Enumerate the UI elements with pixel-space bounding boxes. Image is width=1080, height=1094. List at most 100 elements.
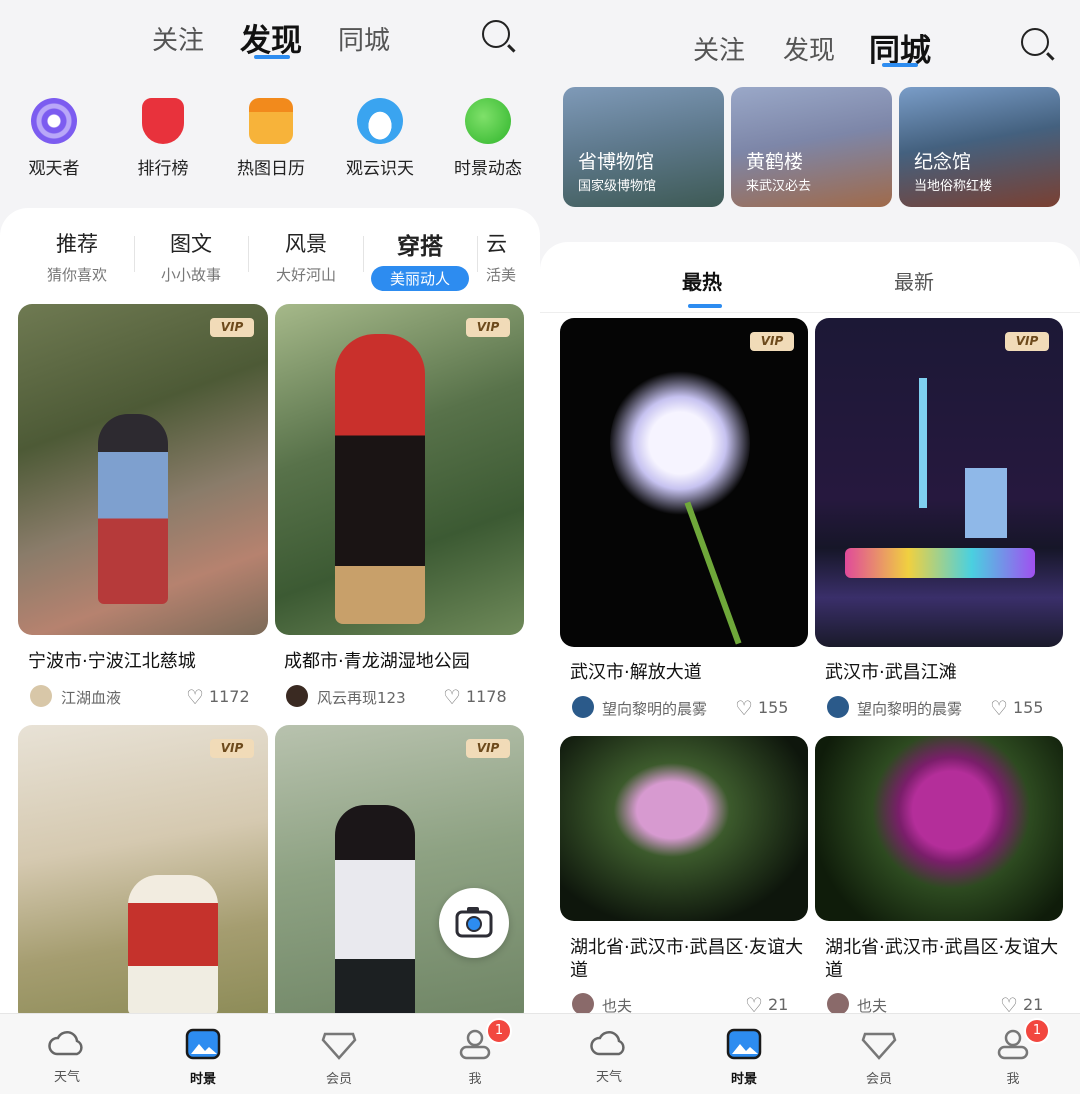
card-title[interactable]: 武汉市·武昌江滩	[825, 661, 957, 684]
photo-card[interactable]: VIP	[275, 725, 524, 1025]
nav-scenery[interactable]: 时景	[699, 1028, 789, 1087]
like-button[interactable]: ♡ 1172	[186, 685, 250, 709]
trophy-icon	[142, 98, 184, 144]
notification-badge: 1	[486, 1018, 512, 1044]
card-author[interactable]: 江湖血液	[61, 687, 121, 708]
category-scenery[interactable]: 风景 大好河山	[251, 228, 361, 285]
notification-badge: 1	[1024, 1018, 1050, 1044]
photo-card[interactable]: VIP	[18, 304, 268, 635]
camera-icon	[455, 907, 493, 938]
city-card-memorial[interactable]: 纪念馆 当地俗称红楼	[899, 87, 1060, 207]
card-title[interactable]: 武汉市·解放大道	[570, 661, 702, 684]
tab-follow[interactable]: 关注	[693, 30, 745, 67]
avatar[interactable]	[572, 696, 594, 718]
quick-link-label: 观天者	[28, 159, 80, 179]
quick-link-cloud[interactable]: 观云识天	[330, 98, 430, 179]
tab-discover[interactable]: 发现	[240, 15, 302, 60]
vip-badge: VIP	[210, 318, 254, 337]
photo-card[interactable]: VIP	[815, 318, 1063, 647]
nav-weather[interactable]: 天气	[564, 1028, 654, 1085]
like-button[interactable]: ♡ 1178	[443, 685, 507, 709]
category-title: 云	[486, 232, 507, 256]
tab-follow[interactable]: 关注	[152, 20, 204, 57]
category-cloud[interactable]: 云 活美	[486, 228, 526, 285]
nav-label: 天气	[53, 1070, 80, 1085]
card-title[interactable]: 成都市·青龙湖湿地公园	[284, 650, 470, 673]
photo-building	[965, 468, 1007, 538]
nav-label: 天气	[595, 1070, 622, 1085]
city-name: 纪念馆	[914, 151, 972, 173]
category-outfit[interactable]: 穿搭 美丽动人	[365, 227, 475, 291]
cloud-icon	[357, 98, 403, 144]
card-author[interactable]: 风云再现123	[317, 687, 406, 708]
card-title[interactable]: 湖北省·武汉市·武昌区·友谊大道	[570, 936, 806, 982]
local-panel: 关注 发现 同城 省博物馆 国家级博物馆 黄鹤楼 来武汉必去 纪念馆 当地俗称红…	[540, 0, 1080, 1094]
card-author[interactable]: 望向黎明的晨雾	[602, 698, 707, 719]
photo-card[interactable]: VIP	[18, 725, 268, 1025]
photo-subject	[335, 334, 425, 624]
city-card-yellow-crane-tower[interactable]: 黄鹤楼 来武汉必去	[731, 87, 892, 207]
quick-link-label: 观云识天	[346, 159, 414, 179]
quick-link-label: 热图日历	[237, 159, 305, 179]
avatar[interactable]	[827, 696, 849, 718]
photo-card[interactable]	[815, 736, 1063, 921]
photo-boat	[845, 548, 1035, 578]
divider	[134, 236, 135, 272]
like-button[interactable]: ♡ 155	[735, 696, 788, 720]
nav-scenery[interactable]: 时景	[158, 1028, 248, 1087]
photo-subject	[610, 368, 750, 518]
nav-member[interactable]: 会员	[834, 1028, 924, 1087]
avatar[interactable]	[286, 685, 308, 707]
avatar[interactable]	[30, 685, 52, 707]
like-count: 155	[1012, 698, 1044, 717]
nav-label: 我	[1006, 1072, 1020, 1087]
category-sub: 猜你喜欢	[46, 266, 107, 284]
sort-tab-hottest[interactable]: 最热	[682, 266, 722, 295]
search-icon[interactable]	[1021, 28, 1049, 56]
sort-tab-newest[interactable]: 最新	[894, 266, 934, 295]
vip-badge: VIP	[466, 739, 510, 758]
category-sub: 美丽动人	[371, 266, 469, 291]
photo-card[interactable]: VIP	[560, 318, 808, 647]
search-icon[interactable]	[482, 20, 510, 48]
category-title: 穿搭	[397, 234, 443, 260]
quick-link-ranking[interactable]: 排行榜	[113, 98, 213, 179]
card-title[interactable]: 湖北省·武汉市·武昌区·友谊大道	[825, 936, 1061, 982]
nav-weather[interactable]: 天气	[22, 1028, 112, 1085]
card-title[interactable]: 宁波市·宁波江北慈城	[28, 650, 196, 673]
vip-icon	[321, 1032, 357, 1060]
nav-label: 时景	[189, 1072, 216, 1087]
city-card-museum[interactable]: 省博物馆 国家级博物馆	[563, 87, 724, 207]
avatar[interactable]	[827, 993, 849, 1015]
tab-discover[interactable]: 发现	[783, 30, 835, 67]
quick-link-dynamics[interactable]: 时景动态	[438, 98, 538, 179]
quick-link-observer[interactable]: 观天者	[4, 98, 104, 179]
photo-subject	[335, 805, 415, 1025]
category-sub: 小小故事	[160, 266, 221, 284]
category-title: 风景	[285, 232, 327, 256]
active-tab-indicator	[254, 55, 290, 59]
city-desc: 当地俗称红楼	[914, 179, 993, 194]
avatar[interactable]	[572, 993, 594, 1015]
photo-stem	[684, 501, 742, 645]
heart-icon: ♡	[186, 685, 204, 709]
card-author[interactable]: 望向黎明的晨雾	[857, 698, 962, 719]
photo-tower	[919, 378, 927, 508]
photo-subject	[128, 875, 218, 1015]
like-button[interactable]: ♡ 155	[990, 696, 1043, 720]
quick-link-calendar[interactable]: 热图日历	[221, 98, 321, 179]
photo-card[interactable]: VIP	[275, 304, 524, 635]
category-sub: 大好河山	[275, 266, 336, 284]
tab-local[interactable]: 同城	[338, 20, 390, 57]
nav-member[interactable]: 会员	[294, 1028, 384, 1087]
category-title: 推荐	[56, 232, 98, 256]
camera-button[interactable]	[439, 888, 509, 958]
heart-icon: ♡	[735, 696, 753, 720]
city-desc: 国家级博物馆	[578, 179, 657, 194]
vip-badge: VIP	[210, 739, 254, 758]
like-count: 1178	[465, 687, 507, 706]
category-recommend[interactable]: 推荐 猜你喜欢	[22, 228, 132, 285]
category-story[interactable]: 图文 小小故事	[136, 228, 246, 285]
eye-icon	[31, 98, 77, 144]
photo-card[interactable]	[560, 736, 808, 921]
